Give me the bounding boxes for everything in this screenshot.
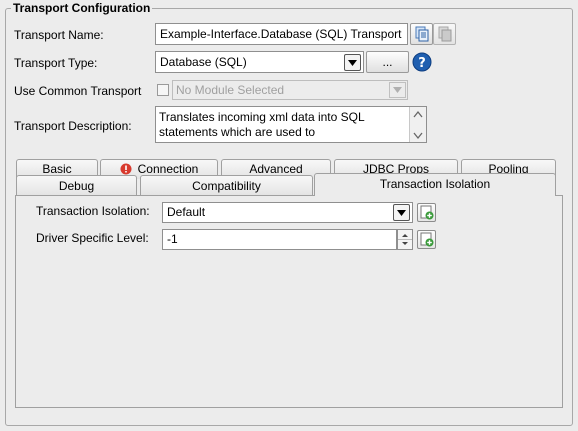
description-textarea[interactable]: Translates incoming xml data into SQL st… [155, 106, 427, 143]
common-transport-label: Use Common Transport [14, 84, 142, 98]
dropdown-arrow-icon [397, 209, 406, 216]
copy-button[interactable] [410, 23, 433, 45]
description-scrollbar[interactable] [409, 107, 426, 142]
dropdown-arrow-icon [393, 87, 402, 93]
add-icon [420, 232, 434, 247]
error-icon [120, 163, 132, 175]
tab-connection-label: Connection [137, 162, 199, 176]
module-select[interactable]: No Module Selected [172, 80, 408, 100]
driver-level-add-button[interactable] [417, 230, 436, 249]
transport-type-dropdown-arrow[interactable] [344, 54, 361, 71]
isolation-dropdown-arrow[interactable] [393, 204, 410, 221]
browse-button[interactable]: ... [366, 51, 409, 73]
transport-name-label: Transport Name: [14, 28, 104, 42]
paste-button[interactable] [433, 23, 456, 45]
help-icon: ? [412, 52, 432, 72]
svg-text:?: ? [418, 56, 426, 71]
driver-level-label: Driver Specific Level: [36, 231, 149, 245]
description-line-1: Translates incoming xml data into SQL [159, 110, 365, 124]
help-button[interactable]: ? [412, 52, 432, 72]
common-transport-checkbox[interactable] [157, 84, 169, 96]
tab-debug[interactable]: Debug [16, 175, 137, 196]
description-label: Transport Description: [14, 119, 132, 133]
transport-type-label: Transport Type: [14, 56, 98, 70]
tab-panel [15, 195, 563, 408]
tab-transaction-isolation[interactable]: Transaction Isolation [314, 173, 556, 196]
dropdown-arrow-icon [348, 59, 357, 66]
group-title: Transport Configuration [11, 1, 153, 15]
module-dropdown-arrow[interactable] [389, 82, 406, 98]
copy-icon [415, 26, 428, 42]
transport-type-select[interactable]: Database (SQL) [155, 51, 364, 73]
spinner-arrows-icon [398, 234, 412, 245]
description-line-2: statements which are used to [159, 125, 316, 139]
transport-name-input[interactable]: Example-Interface.Database (SQL) Transpo… [155, 23, 408, 45]
driver-level-spinner[interactable] [397, 229, 413, 250]
module-select-placeholder: No Module Selected [176, 83, 285, 97]
driver-level-input[interactable]: -1 [162, 229, 397, 250]
add-icon [420, 205, 434, 220]
paste-icon [438, 26, 451, 42]
isolation-select[interactable]: Default [162, 202, 413, 223]
scroll-arrows-icon [413, 110, 423, 140]
isolation-label: Transaction Isolation: [36, 204, 150, 218]
isolation-add-button[interactable] [417, 203, 436, 222]
tab-compatibility[interactable]: Compatibility [140, 175, 313, 196]
isolation-value: Default [167, 205, 206, 219]
transport-type-value: Database (SQL) [160, 55, 247, 69]
